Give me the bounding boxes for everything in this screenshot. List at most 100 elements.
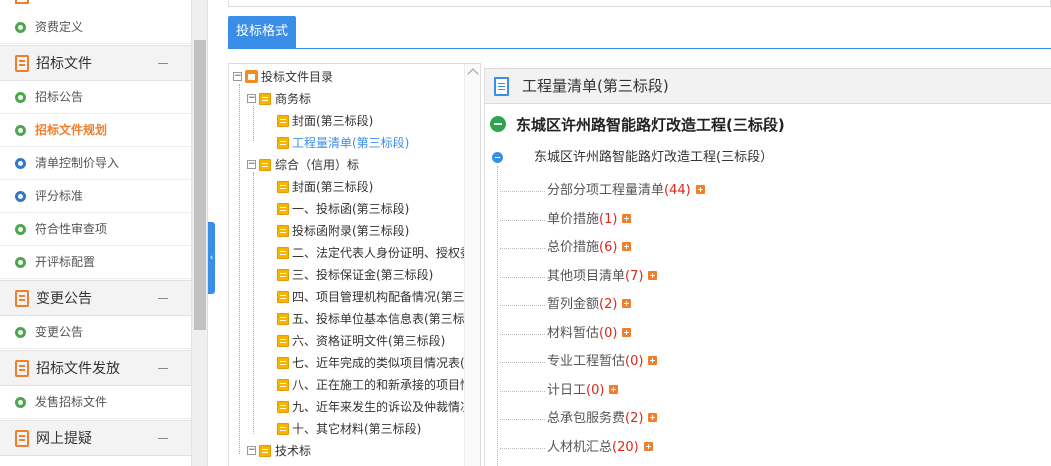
expand-plus-icon[interactable] xyxy=(622,242,632,251)
item-name: 分部分项工程量清单 xyxy=(547,183,665,198)
document-icon xyxy=(15,290,29,307)
tree-connector xyxy=(500,305,545,306)
content-header: 工程量清单(第三标段) xyxy=(485,69,1051,104)
tree-node-label: 封面(第三标段) xyxy=(292,180,374,194)
sidebar-item-scoring-criteria[interactable]: 评分标准 xyxy=(0,180,191,213)
sidebar-section-online-questions[interactable]: 网上提疑 xyxy=(0,420,191,456)
expand-plus-icon[interactable] xyxy=(695,185,705,194)
expand-plus-icon[interactable] xyxy=(622,328,632,337)
tree-toggle-icon[interactable]: − xyxy=(233,72,242,81)
tree-panel: − 投标文件目录 − 商务标 封面(第三标段) 工程量清单(第三标段) − 综合… xyxy=(228,63,481,466)
folder-icon xyxy=(277,181,289,193)
main-area: 投标格式 − 投标文件目录 − 商务标 封面(第三标段) 工程量清单(第三标段)… xyxy=(216,0,1051,466)
folder-icon xyxy=(277,423,289,435)
sidebar-collapse-handle[interactable]: ‹ xyxy=(208,222,215,294)
sidebar-item-label: 变更公告 xyxy=(35,325,84,339)
sidebar-item-bid-document-planning[interactable]: 招标文件规划 xyxy=(0,114,191,147)
sidebar-item-control-price-import[interactable]: 清单控制价导入 xyxy=(0,147,191,180)
sidebar-item-sell-documents[interactable]: 发售招标文件 xyxy=(0,386,191,419)
item-name: 总价措施 xyxy=(547,240,600,255)
document-icon xyxy=(494,77,509,96)
tree-connector xyxy=(500,448,545,449)
folder-icon xyxy=(277,269,289,281)
sidebar-section-change-announcement[interactable]: 变更公告 xyxy=(0,280,191,316)
list-item-label: 分部分项工程量清单(44) xyxy=(547,181,705,201)
project-root-label: 东城区许州路智能路灯改造工程(三标段) xyxy=(516,116,785,134)
tab-bid-format[interactable]: 投标格式 xyxy=(228,16,297,48)
tree-connector xyxy=(500,419,545,420)
tree-connector xyxy=(500,277,545,278)
list-item-label: 人材机汇总(20) xyxy=(547,438,653,458)
item-name: 材料暂估 xyxy=(547,326,600,341)
collapse-minus-icon[interactable] xyxy=(158,438,168,439)
expand-plus-icon[interactable] xyxy=(648,413,658,422)
document-icon xyxy=(15,360,29,377)
tree-connector xyxy=(500,391,545,392)
status-dot-icon xyxy=(15,92,26,103)
expand-plus-icon[interactable] xyxy=(648,356,658,365)
scroll-up-arrow-icon[interactable] xyxy=(467,68,479,80)
list-item-label: 其他项目清单(7) xyxy=(547,267,658,287)
item-name: 总承包服务费 xyxy=(547,411,626,426)
sidebar-section-bid-documents[interactable]: 招标文件 xyxy=(0,45,191,81)
sidebar-item-bid-opening-config[interactable]: 开评标配置 xyxy=(0,246,191,279)
list-item-label: 计日工(0) xyxy=(547,381,619,401)
tab-bar: 投标格式 xyxy=(228,16,1051,49)
sidebar-item-change-announcement[interactable]: 变更公告 xyxy=(0,316,191,349)
collapse-minus-icon[interactable] xyxy=(158,63,168,64)
sidebar-item-label: 招标公告 xyxy=(35,90,84,104)
item-name: 计日工 xyxy=(547,383,587,398)
sidebar-section-label: 网上提疑 xyxy=(36,431,92,447)
sidebar-item-label: 符合性审查项 xyxy=(35,222,108,236)
tree-node-label: 五、投标单位基本信息表(第三标 xyxy=(292,312,465,326)
collapse-minus-icon[interactable] xyxy=(158,298,168,299)
status-dot-icon xyxy=(15,224,26,235)
item-count: (2) xyxy=(625,411,644,426)
collapse-circle-icon[interactable] xyxy=(490,116,506,132)
item-count: (0) xyxy=(586,383,605,398)
tree-connector xyxy=(500,334,545,335)
list-item-label: 单价措施(1) xyxy=(547,210,632,230)
folder-icon xyxy=(277,137,289,149)
tree-toggle-icon[interactable]: − xyxy=(247,446,256,455)
tree-node-label: 八、正在施工的和新承接的项目情 xyxy=(292,378,473,392)
tree-scrollbar[interactable] xyxy=(464,64,480,466)
document-icon xyxy=(15,55,29,72)
item-count: (0) xyxy=(599,326,618,341)
collapse-circle-icon[interactable] xyxy=(492,152,503,163)
tree-connector xyxy=(239,84,240,454)
list-item-label: 材料暂估(0) xyxy=(547,324,632,344)
sidebar-item-fee-definition[interactable]: 资费定义 xyxy=(0,11,191,44)
sidebar-item-compliance-review[interactable]: 符合性审查项 xyxy=(0,213,191,246)
folder-icon xyxy=(277,313,289,325)
sidebar-item-label: 评分标准 xyxy=(35,189,84,203)
tree-node-label: 一、投标函(第三标段) xyxy=(292,202,410,216)
item-count: (7) xyxy=(625,269,644,284)
tree-node-label: 封面(第三标段) xyxy=(292,114,374,128)
tree-node-label: 商务标 xyxy=(275,92,312,106)
top-panel-edge xyxy=(228,0,1051,7)
expand-plus-icon[interactable] xyxy=(609,385,619,394)
tree-toggle-icon[interactable]: − xyxy=(247,94,256,103)
section-icon-partial xyxy=(15,0,29,4)
folder-icon xyxy=(277,291,289,303)
tree-connector xyxy=(500,362,545,363)
item-count: (0) xyxy=(625,354,644,369)
sidebar-item-bid-announcement[interactable]: 招标公告 xyxy=(0,81,191,114)
tree-toggle-icon[interactable]: − xyxy=(247,160,256,169)
expand-plus-icon[interactable] xyxy=(643,442,653,451)
expand-plus-icon[interactable] xyxy=(648,271,658,280)
expand-plus-icon[interactable] xyxy=(622,299,632,308)
sidebar-item-label: 招标文件规划 xyxy=(35,123,108,137)
collapse-minus-icon[interactable] xyxy=(158,368,168,369)
item-name: 单价措施 xyxy=(547,212,600,227)
list-item-label: 总价措施(6) xyxy=(547,238,632,258)
tree-connector xyxy=(253,106,254,141)
item-count: (1) xyxy=(599,212,618,227)
tree-connector xyxy=(497,166,498,466)
sidebar-section-document-distribution[interactable]: 招标文件发放 xyxy=(0,350,191,386)
tree-node-label: 十、其它材料(第三标段) xyxy=(292,422,422,436)
folder-icon xyxy=(277,203,289,215)
expand-plus-icon[interactable] xyxy=(622,214,632,223)
sidebar-scrollbar-thumb[interactable] xyxy=(194,40,206,330)
